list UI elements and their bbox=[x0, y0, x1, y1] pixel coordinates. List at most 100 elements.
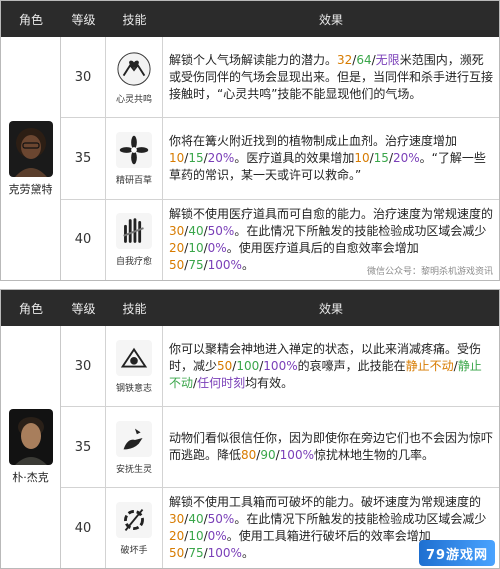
description-text: 。在此情况下所触发的技能检验成功区域会减少 bbox=[234, 512, 487, 526]
description-text: 均有效。 bbox=[245, 375, 294, 390]
clasped-hands-icon bbox=[115, 339, 153, 377]
description-text: 。 bbox=[241, 546, 254, 560]
header-role: 角色 bbox=[18, 301, 43, 316]
tier-value: 静止不动 bbox=[405, 358, 454, 373]
description-text: 解锁不使用医疗道具而可自愈的能力。治疗速度为常规速度的 bbox=[169, 206, 494, 221]
tier-value: 0% bbox=[207, 529, 227, 543]
description-text: 惊扰林地生物的几率。 bbox=[313, 448, 434, 462]
tier-value: 32 bbox=[337, 52, 353, 67]
skill-cell: 破坏手 bbox=[106, 488, 163, 568]
table-row: 30 心灵共鸣 解锁个人气场解读能力的潜力。32/64/无限米范围内，濒死或受伤同伴… bbox=[61, 37, 499, 118]
character-name: 朴·杰克 bbox=[12, 471, 49, 484]
tier-value: 40 bbox=[188, 512, 204, 526]
skill-cell: 钢铁意志 bbox=[106, 326, 163, 406]
tier-value: 50 bbox=[169, 257, 185, 272]
effect-description: 动物们看似很信任你，因为即使你在旁边它们也不会因为惊吓而逃跑。降低80/90/1… bbox=[163, 407, 499, 487]
tier-value: 无限 bbox=[375, 52, 400, 67]
level-cell: 40 bbox=[61, 488, 106, 568]
skill-name: 心灵共鸣 bbox=[115, 94, 152, 105]
level-cell: 35 bbox=[61, 407, 106, 487]
character-name: 克劳黛特 bbox=[8, 182, 53, 196]
header-role: 角色 bbox=[18, 12, 43, 27]
tier-value: 40 bbox=[188, 223, 204, 238]
tier-value: 100% bbox=[263, 358, 298, 373]
header-level: 等级 bbox=[71, 301, 96, 316]
level-cell: 30 bbox=[61, 326, 106, 406]
tier-value: 80 bbox=[241, 448, 257, 462]
tier-value: 50 bbox=[217, 358, 233, 373]
avatar bbox=[8, 409, 53, 465]
character-cell: 克劳黛特 bbox=[1, 37, 61, 280]
tier-value: 30 bbox=[169, 512, 185, 526]
tier-value: 90 bbox=[260, 448, 276, 462]
tier-value: 20 bbox=[169, 240, 185, 255]
character-cell: 朴·杰克 bbox=[1, 326, 61, 568]
skill-cell: 精研百草 bbox=[106, 118, 163, 199]
tier-value: 10 bbox=[354, 150, 370, 165]
skill-cell: 心灵共鸣 bbox=[106, 37, 163, 118]
tier-value: 0% bbox=[207, 240, 227, 255]
description-text: 。 bbox=[241, 257, 254, 272]
tier-value: 10 bbox=[169, 150, 185, 165]
level-cell: 40 bbox=[61, 199, 106, 280]
tier-value: 100% bbox=[279, 448, 314, 462]
header-level: 等级 bbox=[71, 12, 96, 27]
effect-description: 你可以聚精会神地进入禅定的状态，以此来消减疼痛。受伤时，减少50/100/100… bbox=[163, 326, 499, 406]
table-row: 30 钢铁意志 你可以聚精会神地进入禅定的状态，以此来消减疼痛。受伤时，减少50/1… bbox=[61, 326, 499, 406]
perk-table-jake: 角色 等级 技能 效果 朴·杰克 30 钢铁意志 你可以聚精会神地进入禅定的状态，以… bbox=[0, 289, 500, 569]
skill-name: 安抚生灵 bbox=[115, 464, 152, 475]
watermark: 微信公众号：黎明杀机游戏资讯 bbox=[366, 267, 493, 277]
tier-value: 任何时刻 bbox=[197, 375, 246, 390]
tier-value: 20% bbox=[393, 150, 420, 165]
tier-value: 75 bbox=[188, 257, 204, 272]
site-logo: 79游戏网 bbox=[419, 540, 495, 566]
bandaged-hand-icon bbox=[115, 212, 153, 250]
table-header: 角色 等级 技能 效果 bbox=[1, 1, 499, 37]
skill-name: 自我疗愈 bbox=[115, 257, 152, 268]
hands-heart-icon bbox=[115, 50, 153, 88]
hand-crow-icon bbox=[115, 420, 153, 458]
description-text: 的哀嚎声，此技能在 bbox=[297, 358, 406, 373]
skill-cell: 自我疗愈 bbox=[106, 199, 163, 280]
header-skill: 技能 bbox=[122, 12, 147, 27]
header-skill: 技能 bbox=[122, 301, 147, 316]
tier-value: 100% bbox=[207, 546, 242, 560]
tier-value: 10 bbox=[188, 240, 204, 255]
skill-name: 破坏手 bbox=[120, 545, 148, 556]
effect-description: 解锁个人气场解读能力的潜力。32/64/无限米范围内，濒死或受伤同伴的气场会显现… bbox=[163, 37, 499, 117]
header-effect: 效果 bbox=[318, 301, 343, 316]
tier-value: 50 bbox=[169, 546, 185, 560]
broken-gear-icon bbox=[115, 501, 153, 539]
tier-value: 20 bbox=[169, 529, 185, 543]
avatar bbox=[8, 120, 53, 177]
description-text: 。在此情况下所触发的技能检验成功区域会减少 bbox=[234, 223, 487, 238]
tier-value: 100% bbox=[207, 257, 242, 272]
tier-value: 64 bbox=[356, 52, 372, 67]
header-effect: 效果 bbox=[318, 12, 343, 27]
description-text: 解锁不使用工具箱而可破坏的能力。破坏速度为常规速度的 bbox=[169, 495, 482, 509]
description-text: 。使用工具箱进行破坏后的效率会增加 bbox=[226, 529, 431, 543]
table-row: 35 安抚生灵 动物们看似很信任你，因为即使你在旁边它们也不会因为惊吓而逃跑。降低8… bbox=[61, 406, 499, 487]
perk-table-claudette: 角色 等级 技能 效果 克劳黛特 30 心灵共鸣 解锁个人气场解读能力的潜力。32/… bbox=[0, 0, 500, 281]
tier-value: 15 bbox=[373, 150, 389, 165]
effect-description: 你将在篝火附近找到的植物制成止血剂。治疗速度增加10/15/20%。医疗道具的效… bbox=[163, 118, 499, 198]
description-text: 你将在篝火附近找到的植物制成止血剂。治疗速度增加 bbox=[169, 133, 458, 148]
tier-value: 10 bbox=[188, 529, 204, 543]
description-text: 。医疗道具的效果增加 bbox=[234, 150, 355, 165]
tier-value: 50% bbox=[207, 512, 235, 526]
tier-value: 30 bbox=[169, 223, 185, 238]
description-text: 解锁个人气场解读能力的潜力。 bbox=[169, 52, 338, 67]
table-header: 角色 等级 技能 效果 bbox=[1, 290, 499, 326]
skill-name: 钢铁意志 bbox=[115, 383, 152, 394]
level-cell: 35 bbox=[61, 118, 106, 199]
tier-value: 20% bbox=[207, 150, 235, 165]
flower-icon bbox=[115, 131, 153, 169]
tier-value: 75 bbox=[188, 546, 204, 560]
level-cell: 30 bbox=[61, 37, 106, 118]
description-text: 。使用医疗道具后的自愈效率会增加 bbox=[226, 240, 419, 255]
tier-value: 100 bbox=[236, 358, 260, 373]
skill-name: 精研百草 bbox=[115, 175, 152, 186]
skill-cell: 安抚生灵 bbox=[106, 407, 163, 487]
tier-value: 15 bbox=[188, 150, 204, 165]
table-row: 35 精研百草 你将在篝火附近找到的植物制成止血剂。治疗速度增加10/15/20%。… bbox=[61, 117, 499, 199]
